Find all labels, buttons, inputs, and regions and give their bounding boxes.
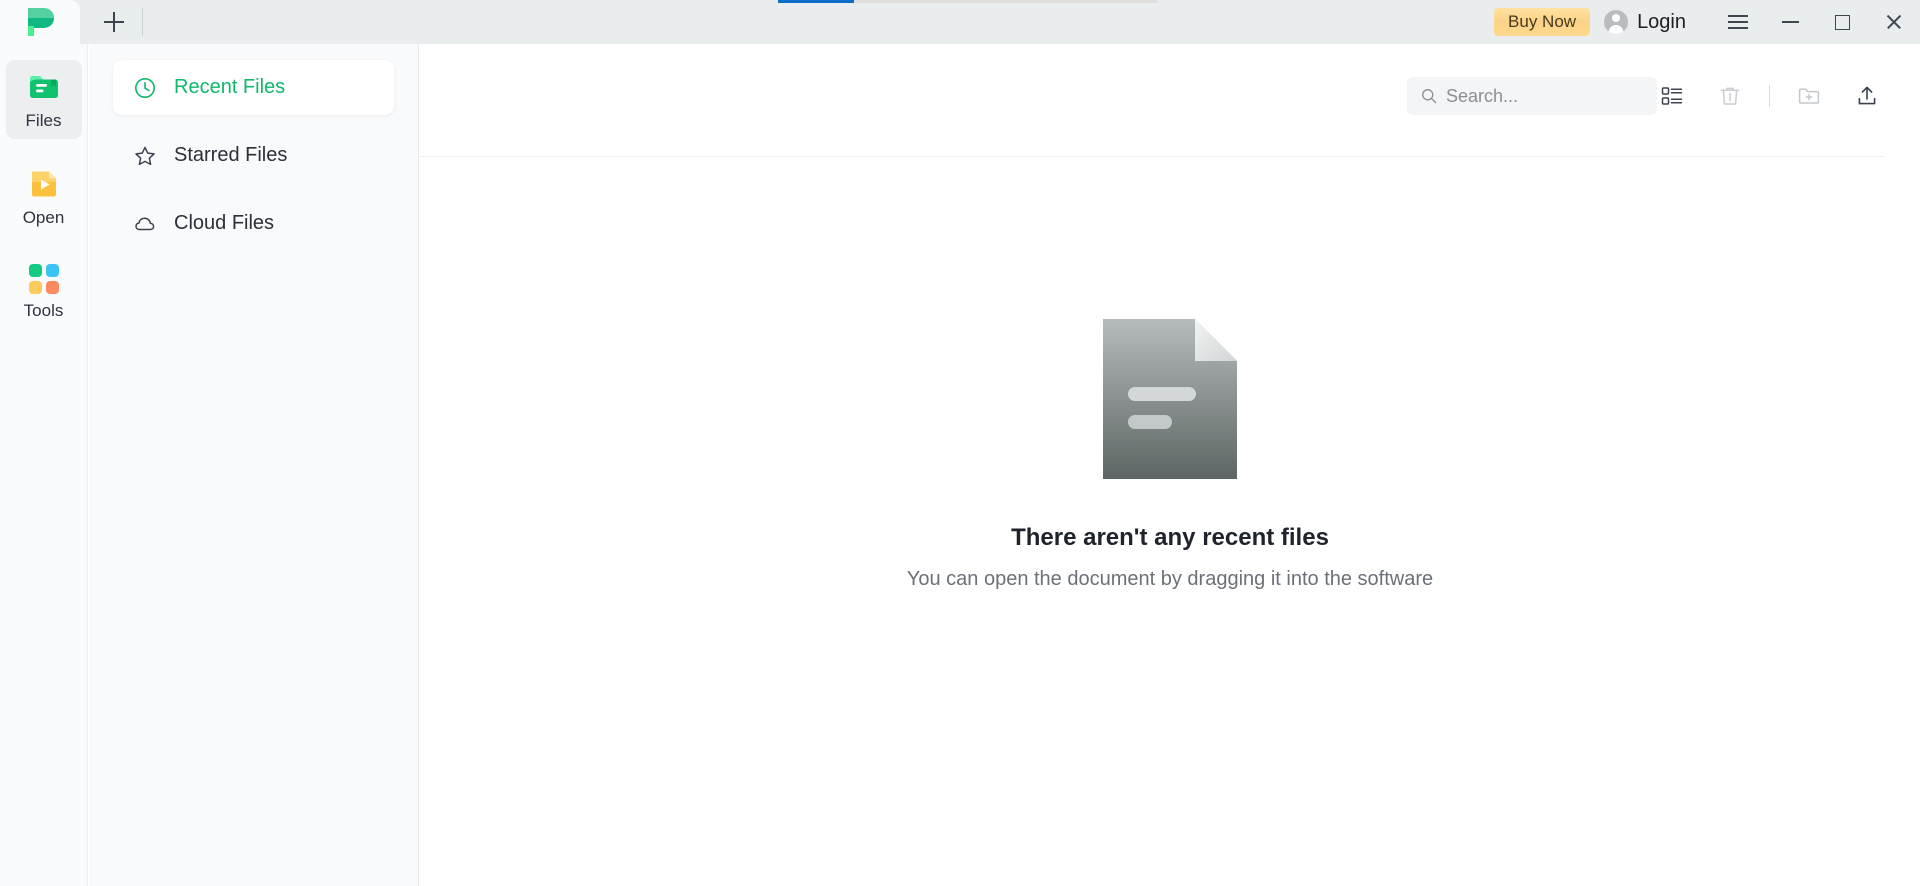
minimize-icon [1781, 21, 1799, 23]
app-logo-p-icon [28, 8, 54, 36]
login-label: Login [1637, 10, 1686, 33]
window-controls-group: Buy Now Login [1494, 0, 1920, 44]
close-button[interactable] [1868, 0, 1920, 44]
empty-state: There aren't any recent files You can op… [420, 44, 1920, 886]
clock-icon [135, 77, 155, 98]
maximize-icon [1834, 14, 1850, 30]
main-content: There aren't any recent files You can op… [420, 44, 1920, 886]
star-icon [135, 146, 155, 165]
files-nav-panel: Recent Files Starred Files Cloud Files [89, 44, 419, 886]
main-menu-button[interactable] [1712, 0, 1764, 44]
open-file-icon [31, 171, 56, 197]
sidebar-label-cloud-files: Cloud Files [174, 212, 275, 234]
rail-item-open[interactable]: Open [6, 157, 82, 236]
maximize-button[interactable] [1816, 0, 1868, 44]
empty-state-subtitle: You can open the document by dragging it… [906, 568, 1434, 590]
sidebar-label-recent-files: Recent Files [174, 76, 286, 98]
tab-divider [142, 8, 143, 36]
rail-item-files[interactable]: Files [5, 60, 82, 139]
rail-label-files: Files [25, 111, 62, 130]
progress-fill [778, 0, 854, 3]
active-tab[interactable] [0, 0, 80, 44]
close-icon [1885, 13, 1903, 31]
rail-label-open: Open [22, 208, 65, 227]
tools-grid-icon [28, 264, 59, 294]
cloud-icon [135, 216, 155, 230]
sidebar-item-starred-files[interactable]: Starred Files [113, 128, 394, 183]
empty-state-title: There aren't any recent files [1011, 524, 1329, 551]
files-folder-icon [29, 76, 58, 98]
login-button[interactable]: Login [1604, 10, 1686, 34]
rail-label-tools: Tools [23, 301, 64, 320]
rail-item-tools[interactable]: Tools [6, 254, 82, 329]
buy-now-button[interactable]: Buy Now [1494, 8, 1591, 36]
hamburger-menu-icon [1728, 15, 1748, 29]
plus-icon [104, 12, 124, 32]
primary-rail: Files Open Tools [0, 44, 88, 886]
document-placeholder-icon [1103, 319, 1237, 479]
sidebar-item-recent-files[interactable]: Recent Files [113, 60, 394, 115]
sidebar-label-starred-files: Starred Files [174, 144, 288, 166]
minimize-button[interactable] [1764, 0, 1816, 44]
avatar [1604, 10, 1629, 34]
title-bar: Buy Now Login [0, 0, 1920, 44]
sidebar-item-cloud-files[interactable]: Cloud Files [113, 196, 394, 251]
new-tab-button[interactable] [86, 0, 142, 44]
